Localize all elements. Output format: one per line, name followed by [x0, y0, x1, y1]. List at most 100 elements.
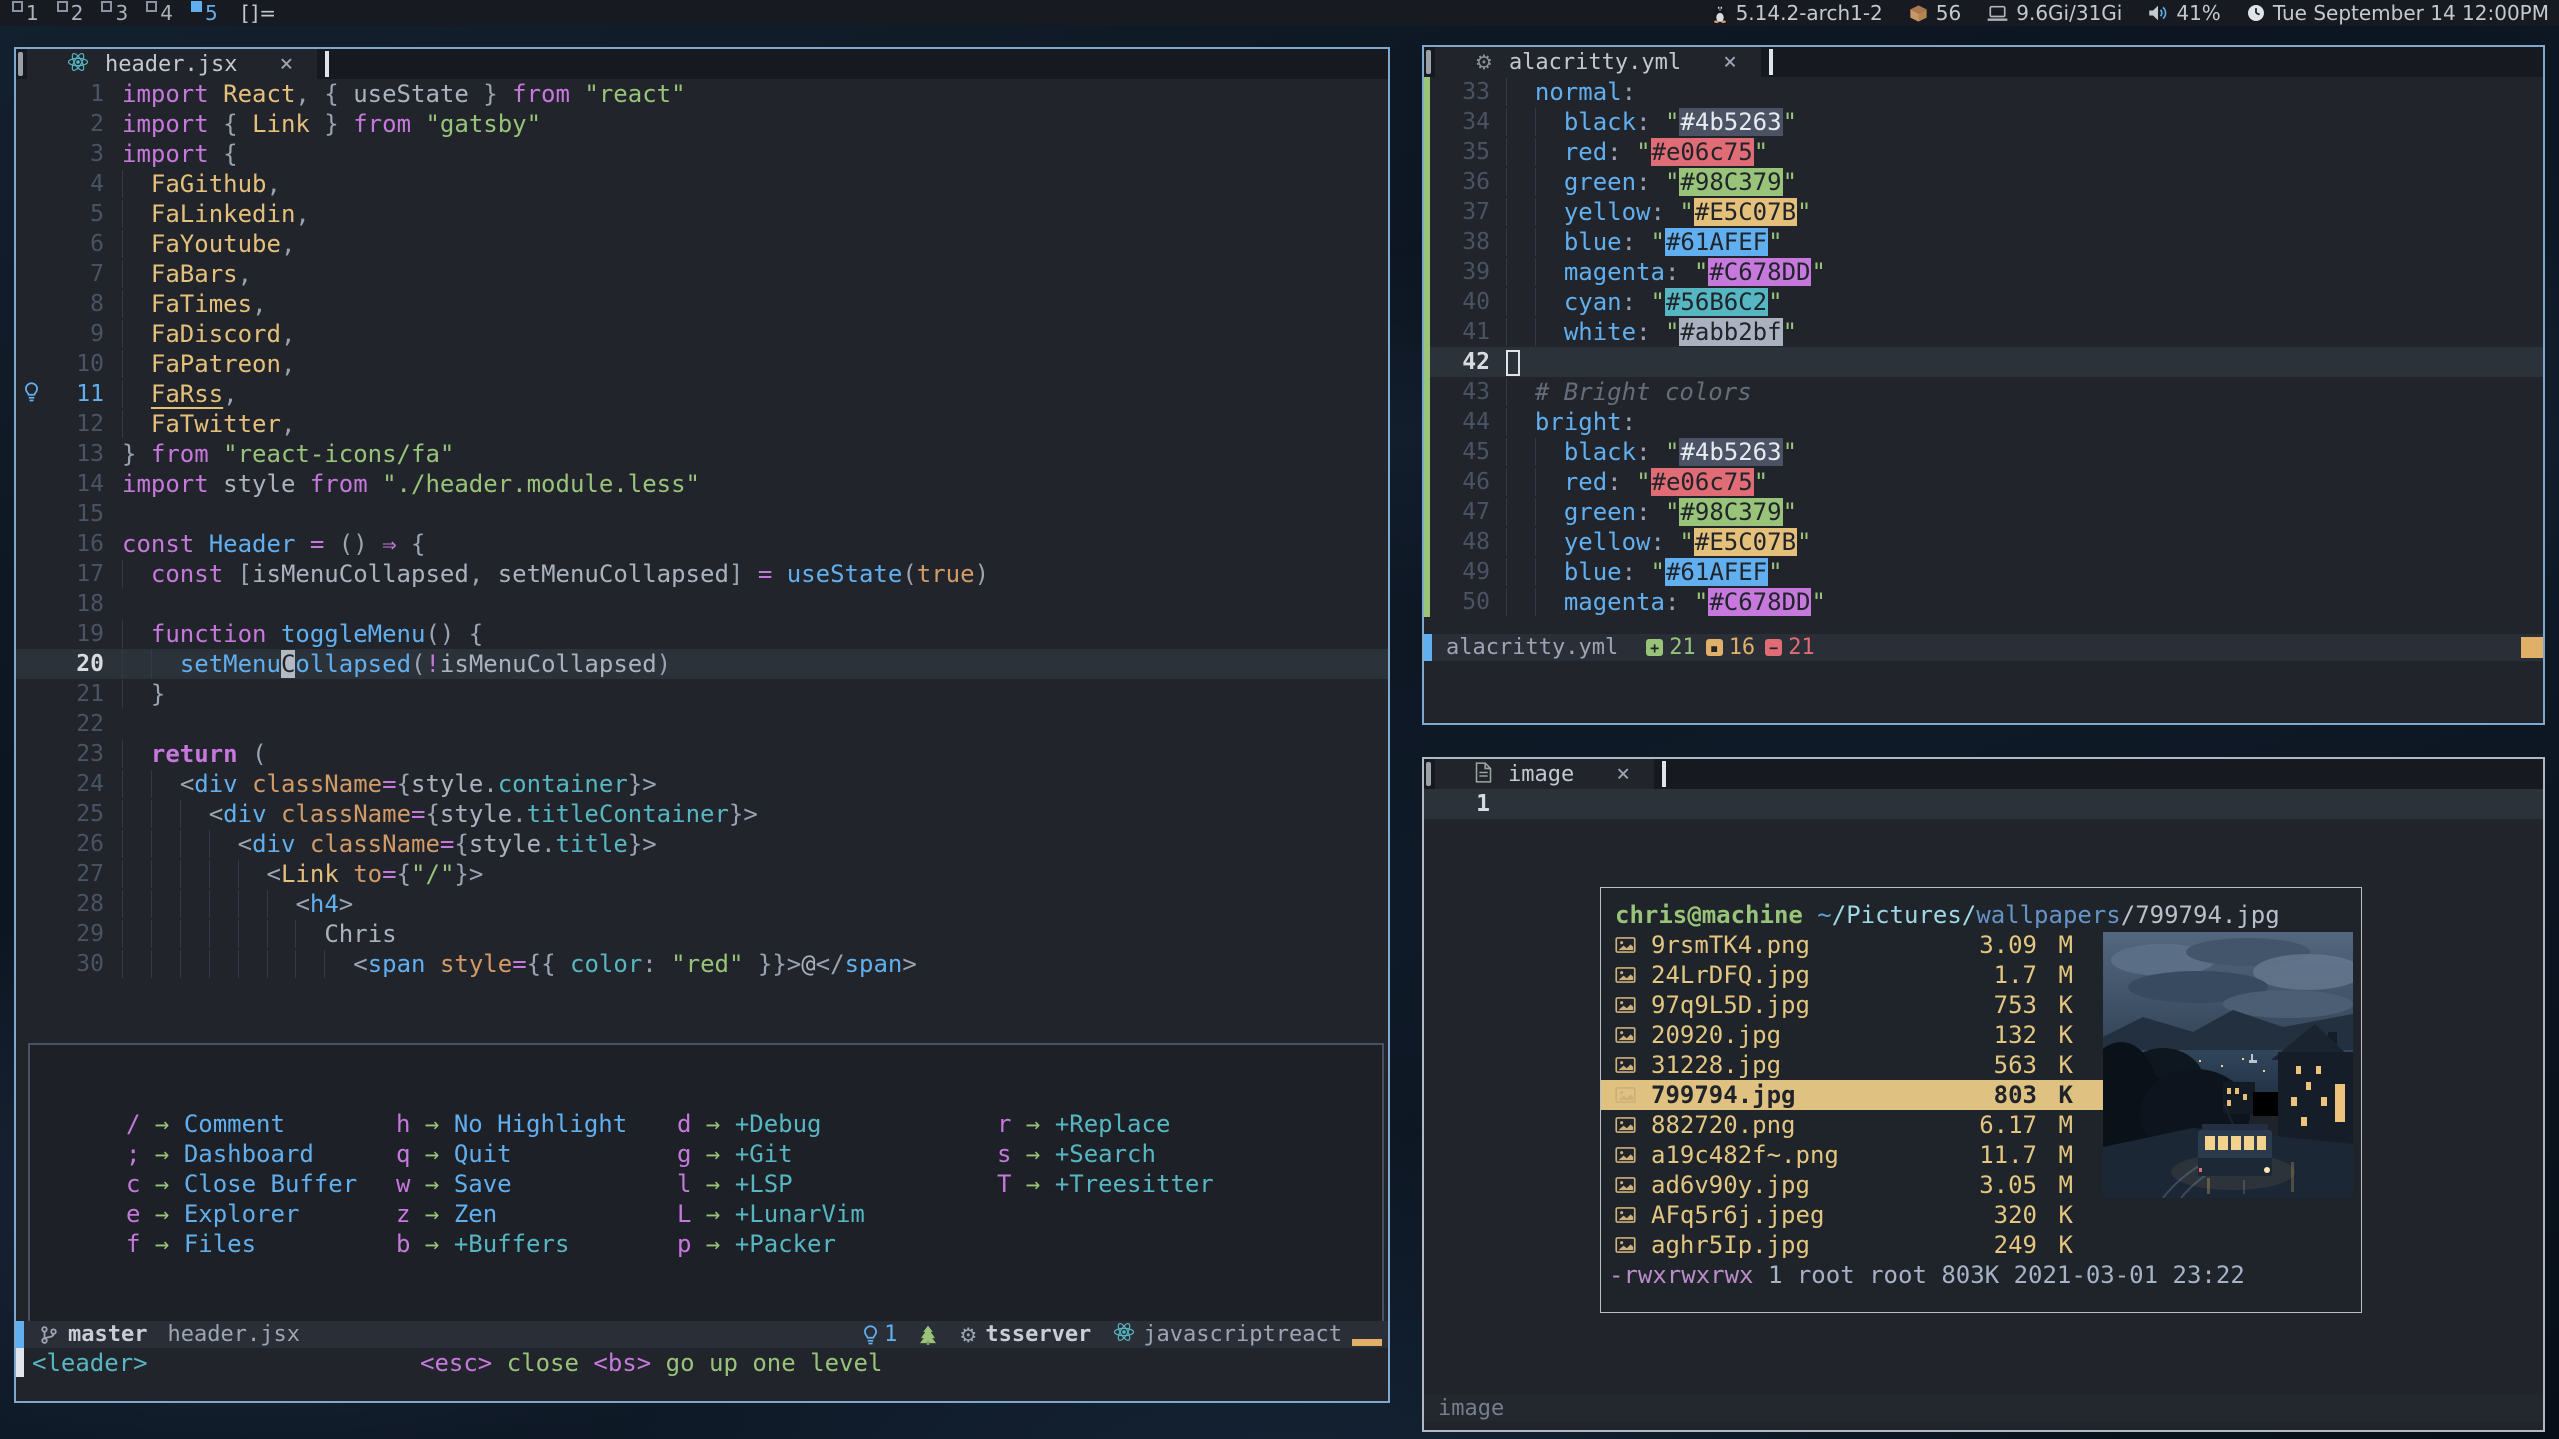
tab-alacritty-yml[interactable]: ⚙ alacritty.yml × [1435, 47, 1761, 77]
code-line[interactable]: 22 [16, 709, 1388, 739]
file-row[interactable]: 97q9L5D.jpg753K [1601, 990, 2107, 1020]
code-line[interactable]: 11 FaRss, [16, 379, 1388, 409]
code-line[interactable]: 39 magenta: "#C678DD" [1424, 257, 2543, 287]
code-line[interactable]: 26 <div className={style.title}> [16, 829, 1388, 859]
code-line[interactable]: 27 <Link to={"/"}> [16, 859, 1388, 889]
token [238, 920, 267, 948]
file-row[interactable]: a19c482f~.png11.7M [1601, 1140, 2107, 1170]
code-line[interactable]: 7 FaBars, [16, 259, 1388, 289]
code-line[interactable]: 44 bright: [1424, 407, 2543, 437]
workspace-state-icon [191, 1, 202, 12]
code-line[interactable]: 4 FaGithub, [16, 169, 1388, 199]
code-line[interactable]: 2import { Link } from "gatsby" [16, 109, 1388, 139]
tab-header-jsx[interactable]: header.jsx × [27, 49, 317, 79]
code-line[interactable]: 38 blue: "#61AFEF" [1424, 227, 2543, 257]
code-line[interactable]: 12 FaTwitter, [16, 409, 1388, 439]
code-line[interactable]: 8 FaTimes, [16, 289, 1388, 319]
file-row[interactable]: 799794.jpg803K [1601, 1080, 2107, 1110]
code-line[interactable]: 36 green: "#98C379" [1424, 167, 2543, 197]
git-branch-label[interactable]: master [68, 1322, 147, 1347]
code-line[interactable]: 1import React, { useState } from "react" [16, 79, 1388, 109]
token: }> [729, 800, 758, 828]
code-line[interactable]: 40 cyan: "#56B6C2" [1424, 287, 2543, 317]
file-row[interactable]: AFq5r6j.jpeg320K [1601, 1200, 2107, 1230]
file-row[interactable]: aghr5Ip.jpg249K [1601, 1230, 2107, 1260]
code-line[interactable]: 48 yellow: "#E5C07B" [1424, 527, 2543, 557]
left-cmdline[interactable]: <leader> <esc> close <bs> go up one leve… [16, 1348, 1388, 1377]
code-line[interactable]: 37 yellow: "#E5C07B" [1424, 197, 2543, 227]
code-line[interactable]: 3import { [16, 139, 1388, 169]
code-line[interactable]: 43 # Bright colors [1424, 377, 2543, 407]
code-line[interactable]: 13} from "react-icons/fa" [16, 439, 1388, 469]
code-line[interactable]: 18 [16, 589, 1388, 619]
binding-label: Quit [454, 1140, 512, 1168]
code-line[interactable]: 28 <h4> [16, 889, 1388, 919]
file-name: AFq5r6j.jpeg [1651, 1200, 1937, 1230]
code-line[interactable]: 19 function toggleMenu() { [16, 619, 1388, 649]
file-row[interactable]: 9rsmTK4.png3.09M [1601, 930, 2107, 960]
file-row[interactable]: ad6v90y.jpg3.05M [1601, 1170, 2107, 1200]
code-line[interactable]: 5 FaLinkedin, [16, 199, 1388, 229]
code-line[interactable]: 46 red: "#e06c75" [1424, 467, 2543, 497]
code-line[interactable]: 1 [1424, 789, 2543, 819]
code-line[interactable]: 33 normal: [1424, 77, 2543, 107]
binding-key: q [396, 1140, 410, 1168]
code-line[interactable]: 35 red: "#e06c75" [1424, 137, 2543, 167]
sign-column [1424, 77, 1438, 107]
file-row[interactable]: 882720.png6.17M [1601, 1110, 2107, 1140]
code-line[interactable]: 45 black: "#4b5263" [1424, 437, 2543, 467]
code-line[interactable]: 50 magenta: "#C678DD" [1424, 587, 2543, 617]
whichkey-binding: q → Quit [396, 1139, 627, 1169]
workspace-number: 2 [71, 0, 84, 26]
line-text: setMenuCollapsed(!isMenuCollapsed) [122, 649, 1388, 679]
code-line[interactable]: 24 <div className={style.container}> [16, 769, 1388, 799]
tab-image[interactable]: image × [1435, 759, 1654, 789]
line-number: 6 [46, 229, 122, 259]
code-line[interactable]: 20 setMenuCollapsed(!isMenuCollapsed) [16, 649, 1388, 679]
token [151, 950, 180, 978]
workspace-button[interactable]: 2 [55, 0, 86, 26]
code-line[interactable]: 10 FaPatreon, [16, 349, 1388, 379]
code-line[interactable]: 9 FaDiscord, [16, 319, 1388, 349]
workspace-button[interactable]: 4 [144, 0, 175, 26]
file-size: 3.09 [1937, 930, 2037, 960]
code-line[interactable]: 15 [16, 499, 1388, 529]
binding-label: Save [454, 1170, 512, 1198]
token: { [397, 530, 426, 558]
code-line[interactable]: 16const Header = () ⇒ { [16, 529, 1388, 559]
token: function [151, 620, 281, 648]
code-line[interactable]: 6 FaYoutube, [16, 229, 1388, 259]
workspace-button[interactable]: 3 [99, 0, 130, 26]
file-row[interactable]: 31228.jpg563K [1601, 1050, 2107, 1080]
token: ( [902, 560, 916, 588]
file-size-unit: M [2037, 960, 2073, 990]
line-text: function toggleMenu() { [122, 619, 1388, 649]
file-row[interactable]: 24LrDFQ.jpg1.7M [1601, 960, 2107, 990]
workspace-button[interactable]: 5 [189, 0, 220, 26]
layout-indicator[interactable]: []= [242, 1, 277, 25]
close-icon[interactable]: × [279, 51, 293, 77]
line-number: 13 [46, 439, 122, 469]
code-line[interactable]: 49 blue: "#61AFEF" [1424, 557, 2543, 587]
code-line[interactable]: 25 <div className={style.titleContainer}… [16, 799, 1388, 829]
token: = [295, 530, 338, 558]
code-line[interactable]: 14import style from "./header.module.les… [16, 469, 1388, 499]
workspace-button[interactable]: 1 [10, 0, 41, 26]
token [122, 320, 151, 348]
code-line[interactable]: 21 } [16, 679, 1388, 709]
hint-text: go up one level [651, 1349, 882, 1377]
code-line[interactable]: 23 return ( [16, 739, 1388, 769]
code-line[interactable]: 17 const [isMenuCollapsed, setMenuCollap… [16, 559, 1388, 589]
diagnostics-hint[interactable]: 1 [863, 1322, 897, 1347]
code-line[interactable]: 30 <span style={{ color: "red" }}>@</spa… [16, 949, 1388, 979]
code-line[interactable]: 34 black: "#4b5263" [1424, 107, 2543, 137]
token: FaGithub [151, 170, 267, 198]
code-line[interactable]: 41 white: "#abb2bf" [1424, 317, 2543, 347]
token: container [498, 770, 628, 798]
code-line[interactable]: 47 green: "#98C379" [1424, 497, 2543, 527]
code-line[interactable]: 29 Chris [16, 919, 1388, 949]
code-line[interactable]: 42 [1424, 347, 2543, 377]
file-row[interactable]: 20920.jpg132K [1601, 1020, 2107, 1050]
close-icon[interactable]: × [1723, 49, 1737, 75]
close-icon[interactable]: × [1616, 761, 1630, 787]
